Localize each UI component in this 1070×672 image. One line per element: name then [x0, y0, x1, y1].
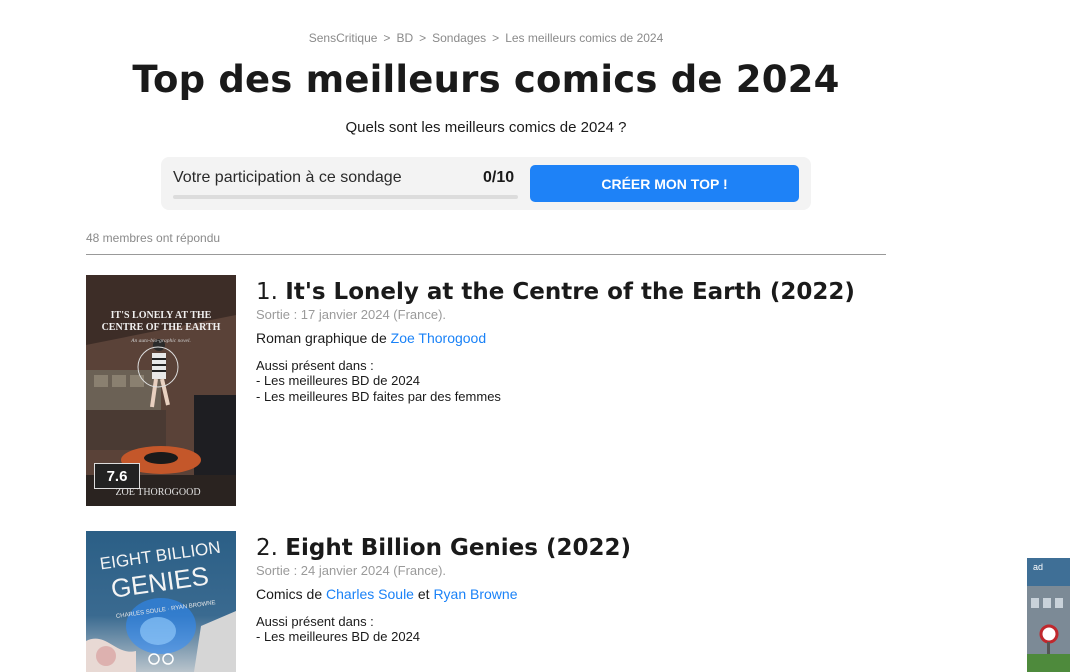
divider: [86, 254, 886, 255]
breadcrumb: SensCritique > BD > Sondages > Les meilleurs c…: [0, 31, 972, 45]
cover-subtitle: An auto-bio-graphic novel.: [130, 338, 191, 344]
item-name[interactable]: It's Lonely at the Centre of the Earth (…: [285, 279, 855, 305]
ad-label: ad: [1033, 562, 1044, 572]
cover-title-line: CENTRE OF THE EARTH: [102, 322, 221, 333]
item-rank: 2.: [256, 535, 278, 561]
author-join: et: [417, 586, 430, 602]
cover-illustration: EIGHT BILLION GENIES CHARLES SOULE · RYA…: [86, 531, 236, 672]
item-release-date: Sortie : 24 janvier 2024 (France).: [256, 563, 447, 578]
also-in-item: - Les meilleures BD de 2024: [256, 373, 421, 388]
create-my-top-button[interactable]: CRÉER MON TOP !: [530, 165, 799, 202]
item-title[interactable]: 2. Eight Billion Genies (2022): [256, 531, 876, 565]
also-in-label: Aussi présent dans :: [256, 614, 374, 629]
participation-count: 0/10: [483, 169, 515, 186]
breadcrumb-current: Les meilleurs comics de 2024: [505, 31, 664, 45]
participation-progress-bar: [173, 195, 518, 199]
breadcrumb-link-sondages[interactable]: Sondages: [432, 31, 486, 45]
breadcrumb-link-senscritique[interactable]: SensCritique: [309, 31, 378, 45]
page-title: Top des meilleurs comics de 2024: [132, 58, 840, 101]
breadcrumb-separator: >: [419, 31, 427, 45]
also-in-label: Aussi présent dans :: [256, 358, 374, 373]
item-credits: Roman graphique de Zoe Thorogood: [256, 330, 876, 346]
participation-panel: Votre participation à ce sondage 0/10 CR…: [161, 157, 811, 210]
breadcrumb-separator: >: [492, 31, 500, 45]
item-release-date: Sortie : 17 janvier 2024 (France).: [256, 307, 447, 322]
respondents-count: 48 membres ont répondu: [86, 231, 221, 245]
breadcrumb-link-bd[interactable]: BD: [396, 31, 413, 45]
list-item: EIGHT BILLION GENIES CHARLES SOULE · RYA…: [86, 531, 886, 672]
also-in-item: - Les meilleures BD faites par des femme…: [256, 389, 501, 404]
breadcrumb-separator: >: [383, 31, 391, 45]
item-rank: 1.: [256, 279, 278, 305]
page-subtitle: Quels sont les meilleurs comics de 2024 …: [345, 119, 627, 136]
cover-image[interactable]: IT'S LONELY AT THE CENTRE OF THE EARTH A…: [86, 275, 236, 506]
author-link[interactable]: Charles Soule: [326, 586, 414, 602]
list-item: IT'S LONELY AT THE CENTRE OF THE EARTH A…: [86, 275, 886, 506]
item-title[interactable]: 1. It's Lonely at the Centre of the Eart…: [256, 275, 876, 309]
participation-label: Votre participation à ce sondage: [173, 169, 402, 186]
ad-banner[interactable]: ad: [1027, 558, 1070, 672]
item-name[interactable]: Eight Billion Genies (2022): [285, 535, 631, 561]
author-link[interactable]: Zoe Thorogood: [391, 330, 486, 346]
item-info: 2. Eight Billion Genies (2022) Sortie : …: [256, 531, 876, 645]
item-type: Roman graphique de: [256, 330, 387, 346]
score-badge: 7.6: [94, 463, 140, 489]
cover-title-line: IT'S LONELY AT THE: [111, 310, 212, 321]
cover-image[interactable]: EIGHT BILLION GENIES CHARLES SOULE · RYA…: [86, 531, 236, 672]
also-in-item: - Les meilleures BD de 2024: [256, 629, 421, 644]
author-link[interactable]: Ryan Browne: [433, 586, 517, 602]
item-credits: Comics de Charles Soule et Ryan Browne: [256, 586, 876, 602]
ad-image: [1027, 558, 1070, 672]
item-info: 1. It's Lonely at the Centre of the Eart…: [256, 275, 876, 405]
item-type: Comics de: [256, 586, 323, 602]
